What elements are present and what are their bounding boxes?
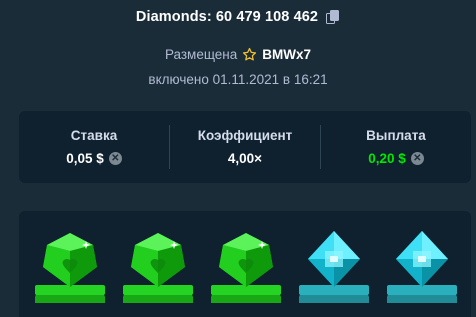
coin-icon: ✕ [108, 152, 122, 165]
bet-stats-panel: Ставка 0,05 $ ✕ Коэффициент 4,00× Выплат… [19, 111, 471, 183]
game-title: Diamonds: 60 479 108 462 [135, 9, 319, 25]
bet-stat: Ставка 0,05 $ ✕ [19, 128, 169, 166]
gem-board [19, 211, 471, 317]
gem-tile-green[interactable] [121, 227, 195, 305]
payout-value: 0,20 $ [368, 151, 406, 166]
payout-stat: Выплата 0,20 $ ✕ [321, 128, 471, 166]
multiplier-value: 4,00× [227, 151, 263, 166]
enabled-date: включено 01.11.2021 в 16:21 [148, 72, 328, 87]
star-icon [242, 47, 257, 62]
gem-tile-green[interactable] [33, 227, 107, 305]
multiplier-value-row: 4,00× [228, 151, 262, 166]
gem-tile-green[interactable] [209, 227, 283, 305]
multiplier-label: Коэффициент [197, 128, 293, 143]
bet-value-row: 0,05 $ ✕ [66, 151, 122, 166]
coin-icon: ✕ [410, 152, 424, 165]
cyan-gem-icon [387, 231, 457, 303]
game-header: Diamonds: 60 479 108 462 [0, 9, 476, 25]
bet-label: Ставка [70, 128, 118, 143]
gem-tile-cyan[interactable] [385, 227, 459, 305]
multiplier-stat: Коэффициент 4,00× [170, 128, 320, 166]
bet-value: 0,05 $ [66, 151, 104, 166]
payout-value-row: 0,20 $ ✕ [368, 151, 424, 166]
green-gem-icon [35, 233, 105, 303]
payout-label: Выплата [366, 128, 426, 143]
gem-tile-cyan[interactable] [297, 227, 371, 305]
green-gem-icon [123, 233, 193, 303]
username-link[interactable]: BMWx7 [262, 47, 311, 62]
copy-icon[interactable] [326, 10, 340, 24]
green-gem-icon [211, 233, 281, 303]
placed-by-row: Размещена BMWx7 [0, 47, 476, 62]
placed-label: Размещена [164, 47, 238, 62]
cyan-gem-icon [299, 231, 369, 303]
